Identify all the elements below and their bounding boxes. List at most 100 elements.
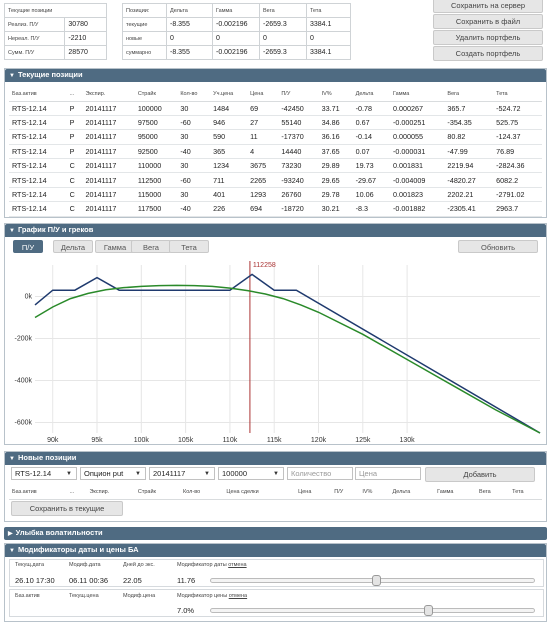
table-cell: RTS-12.14: [9, 129, 67, 145]
date-modifier-cancel-link[interactable]: отмена: [228, 562, 246, 568]
table-row[interactable]: RTS-12.14 P 20141117 100000 30 1484 69 -42450 33…: [9, 101, 542, 116]
table-cell: 30: [177, 158, 211, 174]
tab-pnl[interactable]: П/У: [13, 240, 43, 253]
save-to-current-button[interactable]: Сохранить в текущие: [11, 501, 123, 516]
price-modifier-slider[interactable]: [210, 605, 535, 616]
table-cell: RTS-12.14: [9, 172, 67, 188]
table-cell: C: [66, 201, 83, 217]
column-header[interactable]: Кол-во: [177, 87, 211, 102]
expiry-select[interactable]: 20141117 ▼: [149, 467, 215, 480]
total-pnl-label: Сумм. П/У: [3, 45, 66, 60]
table-cell: -29.67: [352, 172, 391, 188]
table-cell: 20141117: [82, 201, 135, 217]
column-header[interactable]: Баз.актив: [9, 87, 67, 102]
panel-title: Новые позиции: [17, 453, 77, 462]
table-cell: 1484: [210, 101, 248, 116]
slider-handle[interactable]: [371, 575, 381, 586]
column-header[interactable]: Вега: [476, 485, 510, 500]
strike-select[interactable]: 100000 ▼: [218, 467, 284, 480]
column-header[interactable]: ...: [66, 485, 87, 500]
table-cell: 0.001823: [390, 187, 445, 203]
column-header[interactable]: П/У: [331, 485, 360, 500]
column-header[interactable]: Кол-во: [180, 485, 224, 500]
modified-date-label: Модиф.дата: [69, 562, 101, 568]
quantity-input[interactable]: Количество: [287, 467, 353, 480]
table-cell: 36.16: [318, 129, 353, 145]
create-portfolio-button[interactable]: Создать портфель: [433, 46, 543, 61]
column-header[interactable]: Вега: [444, 87, 494, 102]
table-cell: 30: [177, 101, 211, 116]
delete-portfolio-button[interactable]: Удалить портфель: [433, 30, 543, 45]
table-cell: 117500: [134, 201, 178, 217]
table-cell: 20141117: [82, 115, 135, 131]
table-cell: 69: [247, 101, 279, 116]
table-cell: -0.000251: [390, 115, 445, 131]
table-cell: 110000: [134, 158, 178, 174]
new-positions-header[interactable]: ▼ Новые позиции: [5, 452, 546, 465]
column-header[interactable]: Тета: [493, 87, 542, 102]
column-header[interactable]: Страйк: [134, 87, 178, 102]
chevron-down-icon: ▼: [273, 471, 279, 477]
column-header[interactable]: IV%: [359, 485, 390, 500]
table-cell: 20141117: [82, 144, 135, 160]
column-header[interactable]: Уч.цена: [210, 87, 248, 102]
asset-select[interactable]: RTS-12.14 ▼: [11, 467, 77, 480]
table-cell: 73230: [278, 158, 319, 174]
tab-gamma[interactable]: Гамма: [95, 240, 135, 253]
x-tick-label: 125k: [355, 437, 371, 444]
save-to-server-button[interactable]: Сохранить на сервер: [433, 0, 543, 13]
date-modifier-slider[interactable]: [210, 575, 535, 586]
table-cell: 20141117: [82, 101, 135, 116]
column-header[interactable]: Экспир.: [82, 87, 135, 102]
table-cell: RTS-12.14: [9, 101, 67, 116]
column-header[interactable]: Цена сделки: [223, 485, 296, 500]
table-cell: RTS-12.14: [9, 144, 67, 160]
table-cell: P: [66, 129, 83, 145]
column-header[interactable]: Баз.актив: [9, 485, 67, 500]
column-header[interactable]: Страйк: [134, 485, 181, 500]
table-cell: 95000: [134, 129, 178, 145]
modified-date-value: 06.11 00:36: [69, 576, 109, 585]
price-input[interactable]: Цена: [355, 467, 421, 480]
table-cell: 6082.2: [493, 172, 542, 188]
column-header[interactable]: Экспир.: [86, 485, 135, 500]
table-row[interactable]: RTS-12.14 C 20141117 112500 -60 711 2265 -93240…: [9, 172, 542, 188]
greeks-cell: 0: [212, 31, 260, 46]
modifiers-header[interactable]: ▼ Модификаторы даты и цены БА: [5, 544, 546, 557]
slider-handle[interactable]: [423, 605, 433, 616]
column-header[interactable]: Тета: [509, 485, 542, 500]
table-cell: -2305.41: [444, 201, 494, 217]
table-cell: 19.73: [352, 158, 391, 174]
refresh-button[interactable]: Обновить: [458, 240, 538, 253]
column-header[interactable]: ...: [66, 87, 83, 102]
column-header[interactable]: Цена: [247, 87, 279, 102]
add-button[interactable]: Добавить: [425, 467, 535, 482]
column-header[interactable]: IV%: [318, 87, 353, 102]
column-header[interactable]: Гамма: [434, 485, 477, 500]
tab-vega[interactable]: Вега: [131, 240, 171, 253]
option-type-select[interactable]: Опцион put ▼: [80, 467, 146, 480]
column-header[interactable]: П/У: [278, 87, 319, 102]
column-header[interactable]: Гамма: [390, 87, 445, 102]
table-row[interactable]: RTS-12.14 C 20141117 115000 30 401 1293 26760 29…: [9, 187, 542, 203]
pnl-graph-header[interactable]: ▼ График П/У и греков: [5, 224, 546, 237]
table-row[interactable]: RTS-12.14 C 20141117 117500 -40 226 694 -18720 3…: [9, 201, 542, 217]
volatility-smile-header[interactable]: ▶ Улыбка волатильности: [4, 527, 547, 540]
table-cell: 100000: [134, 101, 178, 116]
current-positions-header[interactable]: ▼ Текущие позиции: [5, 69, 546, 82]
table-row[interactable]: RTS-12.14 P 20141117 95000 30 590 11 -17370 36.1…: [9, 129, 542, 145]
column-header[interactable]: Дельта: [352, 87, 391, 102]
table-cell: 37.65: [318, 144, 353, 160]
tab-theta[interactable]: Тета: [169, 240, 209, 253]
table-row[interactable]: RTS-12.14 C 20141117 110000 30 1234 3675 73230 2…: [9, 158, 542, 174]
tab-delta[interactable]: Дельта: [53, 240, 93, 253]
column-header[interactable]: Дельта: [389, 485, 435, 500]
column-header[interactable]: Цена: [295, 485, 332, 500]
table-row[interactable]: RTS-12.14 P 20141117 97500 -60 946 27 55140 34.8…: [9, 115, 542, 131]
table-cell: 29.78: [318, 187, 353, 203]
table-cell: 946: [210, 115, 248, 131]
save-to-file-button[interactable]: Сохранить в файл: [433, 14, 543, 29]
table-row[interactable]: RTS-12.14 P 20141117 92500 -40 365 4 14440 37.65…: [9, 144, 542, 160]
price-modifier-cancel-link[interactable]: отмена: [229, 593, 247, 599]
panel-title: Текущие позиции: [17, 70, 83, 79]
